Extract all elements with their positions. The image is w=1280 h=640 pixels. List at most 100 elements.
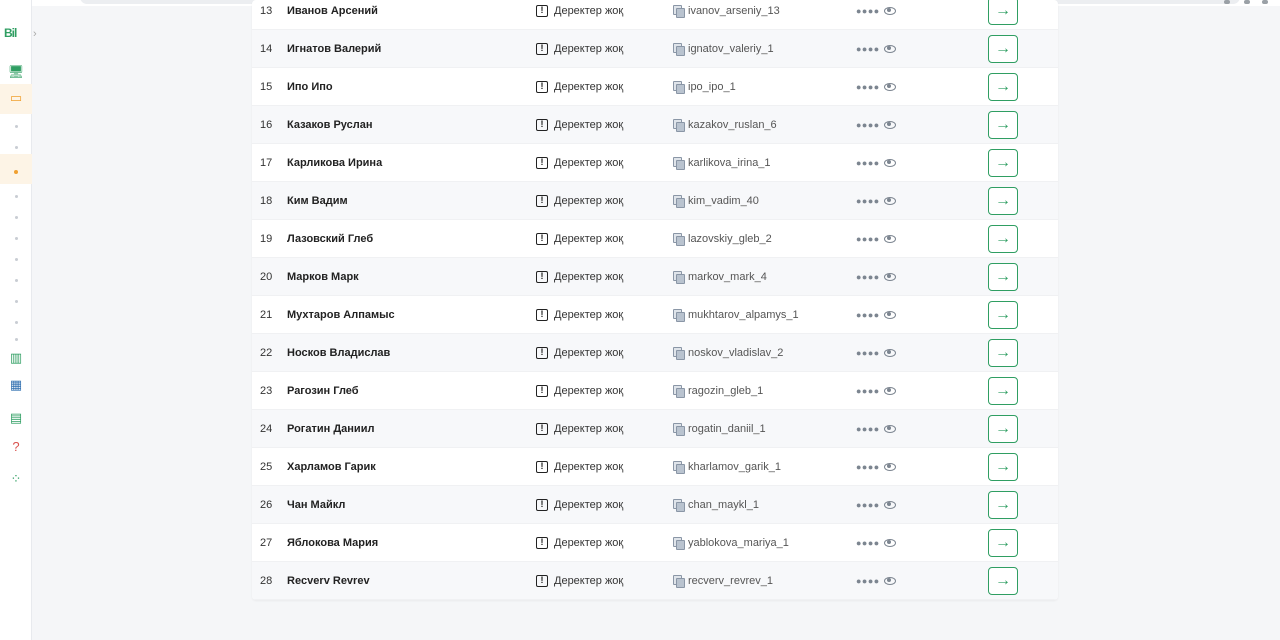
eye-icon[interactable] [883, 576, 896, 585]
copy-icon[interactable] [673, 385, 685, 398]
login-value: lazovskiy_gleb_2 [688, 232, 772, 245]
eye-icon[interactable] [883, 310, 896, 319]
card-icon[interactable]: ▤ [0, 410, 32, 426]
open-student-button[interactable]: → [988, 148, 1018, 177]
director-status: ! Деректер жоқ [536, 270, 623, 283]
sidebar-subitem[interactable] [0, 144, 32, 150]
table-icon[interactable]: ▦ [0, 377, 32, 393]
login-cell: recverv_revrev_1 [673, 575, 773, 588]
copy-icon[interactable] [673, 43, 685, 56]
copy-icon[interactable] [673, 461, 685, 474]
student-name: Иванов Арсений [287, 4, 378, 17]
sidebar-subitem[interactable] [0, 298, 32, 304]
open-student-button[interactable]: → [988, 376, 1018, 405]
copy-icon[interactable] [673, 271, 685, 284]
director-status: ! Деректер жоқ [536, 498, 623, 511]
director-status-label: Деректер жоқ [554, 574, 624, 587]
director-status-label: Деректер жоқ [554, 156, 624, 169]
row-number: 24 [260, 422, 273, 435]
open-student-button[interactable]: → [988, 34, 1018, 63]
browser-button[interactable] [1224, 0, 1230, 4]
sidebar-subitem[interactable] [0, 235, 32, 241]
password-cell: ●●●● [856, 234, 896, 244]
copy-icon[interactable] [673, 233, 685, 246]
open-student-button[interactable]: → [988, 224, 1018, 253]
logo[interactable]: Bil [4, 26, 17, 40]
browser-button[interactable] [1244, 0, 1250, 4]
copy-icon[interactable] [673, 119, 685, 132]
warning-icon: ! [536, 194, 548, 207]
eye-icon[interactable] [883, 6, 896, 15]
table-row: 22 Носков Владислав ! Деректер жоқ nosko… [252, 334, 1058, 372]
student-name: Ипо Ипо [287, 80, 333, 93]
copy-icon[interactable] [673, 347, 685, 360]
login-value: kazakov_ruslan_6 [688, 118, 777, 131]
student-name: Карликова Ирина [287, 156, 383, 169]
eye-icon[interactable] [883, 386, 896, 395]
sidebar-subitem[interactable] [0, 169, 32, 175]
eye-icon[interactable] [883, 44, 896, 53]
open-student-button[interactable]: → [988, 528, 1018, 557]
password-mask: ●●●● [856, 423, 880, 434]
copy-icon[interactable] [673, 537, 685, 550]
open-student-button[interactable]: → [988, 72, 1018, 101]
eye-icon[interactable] [883, 120, 896, 129]
classroom-icon[interactable]: ▭ [0, 90, 32, 106]
copy-icon[interactable] [673, 423, 685, 436]
director-status: ! Деректер жоқ [536, 574, 624, 587]
open-student-button[interactable]: → [988, 186, 1018, 215]
copy-icon[interactable] [673, 499, 685, 512]
open-student-button[interactable]: → [988, 338, 1018, 367]
sidebar-subitem[interactable] [0, 256, 32, 262]
open-student-button[interactable]: → [988, 110, 1018, 139]
eye-icon[interactable] [883, 348, 896, 357]
copy-icon[interactable] [673, 195, 685, 208]
copy-icon[interactable] [673, 157, 685, 170]
monitor-icon[interactable]: 🖥 [0, 64, 32, 80]
eye-icon[interactable] [883, 158, 896, 167]
eye-icon[interactable] [883, 462, 896, 471]
warning-icon: ! [536, 536, 548, 549]
open-student-button[interactable]: → [988, 414, 1018, 443]
copy-icon[interactable] [673, 309, 685, 322]
chart-icon[interactable]: ▥ [0, 350, 32, 366]
director-status: ! Деректер жоқ [536, 232, 623, 245]
login-cell: chan_maykl_1 [673, 499, 759, 512]
open-student-button[interactable]: → [988, 566, 1018, 595]
apps-icon[interactable]: ⁘ [0, 471, 32, 487]
eye-icon[interactable] [883, 272, 896, 281]
eye-icon[interactable] [883, 500, 896, 509]
open-student-button[interactable]: → [988, 262, 1018, 291]
open-student-button[interactable]: → [988, 490, 1018, 519]
row-number: 26 [260, 498, 273, 511]
open-student-button[interactable]: → [988, 452, 1018, 481]
sidebar-subitem[interactable] [0, 277, 32, 283]
sidebar-subitem[interactable] [0, 214, 32, 220]
sidebar-subitem[interactable] [0, 319, 32, 325]
copy-icon[interactable] [673, 5, 685, 18]
sidebar-subitem[interactable] [0, 336, 32, 342]
browser-button[interactable] [1262, 0, 1268, 4]
sidebar-subitem-dot [14, 278, 18, 282]
student-name: Носков Владислав [287, 346, 391, 359]
table-row: 19 Лазовский Глеб ! Деректер жоқ lazovsk… [252, 220, 1058, 258]
copy-icon[interactable] [673, 81, 685, 94]
eye-icon[interactable] [883, 424, 896, 433]
eye-icon[interactable] [883, 538, 896, 547]
password-mask: ●●●● [856, 81, 880, 92]
row-number: 27 [260, 536, 273, 549]
sidebar-subitem[interactable] [0, 123, 32, 129]
sidebar-subitem[interactable] [0, 193, 32, 199]
eye-icon[interactable] [883, 82, 896, 91]
warning-icon: ! [536, 156, 548, 169]
open-student-button[interactable]: → [988, 300, 1018, 329]
copy-icon[interactable] [673, 575, 685, 588]
help-icon[interactable]: ? [0, 438, 32, 454]
eye-icon[interactable] [883, 234, 896, 243]
collapse-chevron-icon[interactable]: › [33, 28, 37, 40]
open-student-button[interactable]: → [988, 0, 1018, 25]
login-value: ivanov_arseniy_13 [688, 4, 780, 17]
warning-icon: ! [536, 498, 548, 511]
row-number: 13 [260, 4, 273, 17]
eye-icon[interactable] [883, 196, 896, 205]
